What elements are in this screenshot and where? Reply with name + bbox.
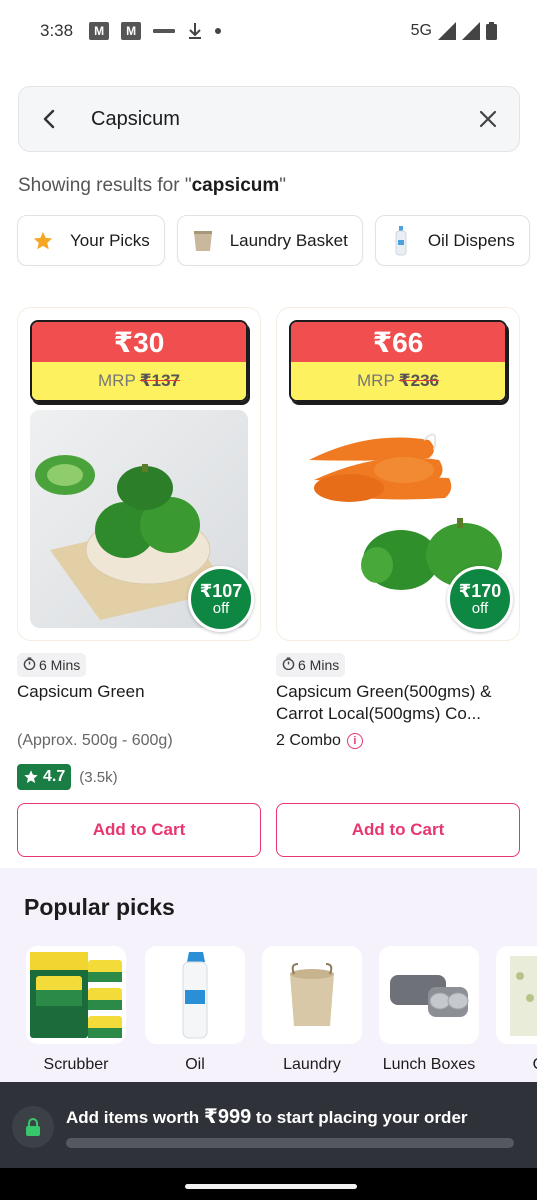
chip-oil-dispenser[interactable]: Oil Dispens [374,215,530,266]
popular-item-scrubber[interactable]: Scrubber [26,946,126,1076]
product-image-frame[interactable]: ₹66 MRP ₹236 ₹170 off [276,307,520,641]
download-icon [187,22,203,40]
results-query: capsicum [191,175,280,196]
discount-amount: ₹170 [458,580,502,601]
info-icon[interactable]: i [346,733,363,749]
product-quantity-row: 2 Combo i [276,732,363,750]
gmail-icon: M [121,22,142,40]
discount-badge: ₹170 off [447,566,513,632]
signal-icon [462,22,480,40]
back-arrow-icon[interactable] [39,108,61,130]
delivery-time: 6 Mins [298,657,340,673]
price-box: ₹66 MRP ₹236 [289,320,507,402]
results-suffix: " [279,175,287,196]
popular-item-lunch-boxes[interactable]: Lunch Boxes [379,946,479,1076]
delivery-time-badge: 6 Mins [17,653,87,677]
rating-value: 4.7 [43,768,66,785]
pick-label: Laundry [283,1056,341,1073]
dot-icon [215,28,222,34]
results-caption: Showing results for "capsicum" [18,175,286,197]
rating-row: 4.7 (3.5k) [17,764,118,790]
basket-icon [192,228,214,254]
delivery-time-badge: 6 Mins [276,653,346,677]
scrubber-image[interactable] [26,946,126,1044]
oil-dispenser-image[interactable] [145,946,245,1044]
gmail-icon: M [89,22,110,40]
system-nav-bar [0,1168,537,1200]
results-prefix: Showing results for " [18,175,192,196]
mrp-row: MRP ₹236 [291,362,505,400]
tag-icon [153,26,176,36]
pick-label: Scrubber [43,1056,109,1073]
mrp-value: ₹236 [398,371,439,390]
pick-label: Oil [185,1056,205,1073]
lunch-boxes-image[interactable] [379,946,479,1044]
discount-badge: ₹107 off [188,566,254,632]
chip-laundry-basket[interactable]: Laundry Basket [176,215,363,266]
mrp-row: MRP ₹137 [32,362,246,400]
mrp-label: MRP [98,371,136,390]
product-quantity: (Approx. 500g - 600g) [17,732,173,749]
search-input[interactable]: Capsicum [91,108,477,131]
status-bar: 3:38 M M 5G [0,0,537,62]
chip-label: Oil Dispens [427,230,515,250]
discount-label: off [471,599,489,617]
star-icon [32,228,54,254]
timer-icon [23,657,36,673]
popular-item-org[interactable]: Org [496,946,537,1076]
signal-icon [438,22,456,40]
banner-message: Add items worth ₹999 to start placing yo… [66,1104,468,1129]
delivery-time: 6 Mins [39,657,81,673]
status-time: 3:38 [40,21,74,40]
add-to-cart-button[interactable]: Add to Cart [276,803,520,857]
rating-count: (3.5k) [79,768,118,786]
price-box: ₹30 MRP ₹137 [30,320,248,402]
laundry-basket-image[interactable] [262,946,362,1044]
timer-icon [282,657,295,673]
min-order-banner: Add items worth ₹999 to start placing yo… [0,1082,537,1168]
battery-icon [486,22,497,40]
product-quantity: 2 Combo [276,732,341,749]
discount-label: off [212,599,230,617]
close-icon[interactable] [477,108,499,130]
rating-badge: 4.7 [17,764,72,790]
selling-price: ₹30 [32,322,246,362]
product-name[interactable]: Capsicum Green [17,681,261,703]
popular-picks-section: Popular picks Scrubber Oil Laundry Lunch… [0,868,537,1082]
selling-price: ₹66 [291,322,505,362]
chip-label: Your Picks [70,230,150,250]
pick-label: Lunch Boxes [382,1056,476,1073]
order-progress-bar [66,1138,514,1148]
add-to-cart-button[interactable]: Add to Cart [17,803,261,857]
network-label: 5G [410,22,432,39]
product-name[interactable]: Capsicum Green(500gms) & Carrot Local(50… [276,681,520,725]
banner-post: to start placing your order [251,1108,468,1127]
chip-your-picks[interactable]: Your Picks [17,215,165,266]
organizer-image[interactable] [496,946,537,1044]
category-chips: Your Picks Laundry Basket Oil Dispens [17,215,537,266]
star-icon [24,770,38,783]
lock-icon [12,1106,54,1148]
home-indicator[interactable] [185,1184,357,1189]
popular-item-laundry[interactable]: Laundry [262,946,362,1076]
chip-label: Laundry Basket [229,230,348,250]
banner-pre: Add items worth [66,1108,204,1127]
mrp-label: MRP [357,371,395,390]
product-card[interactable]: ₹66 MRP ₹236 ₹170 off 6 Mins Capsicum Gr… [276,307,520,857]
bottle-icon [390,225,412,255]
pick-label: Org [496,1054,537,1076]
popular-item-oil[interactable]: Oil [145,946,245,1076]
discount-amount: ₹107 [199,580,243,601]
product-image-frame[interactable]: ₹30 MRP ₹137 ₹107 off [17,307,261,641]
product-card[interactable]: ₹30 MRP ₹137 ₹107 off 6 Mins Capsicum Gr… [17,307,261,857]
section-title: Popular picks [24,894,175,920]
search-bar[interactable]: Capsicum [18,86,520,152]
banner-amount: ₹999 [203,1106,252,1128]
mrp-value: ₹137 [139,371,180,390]
